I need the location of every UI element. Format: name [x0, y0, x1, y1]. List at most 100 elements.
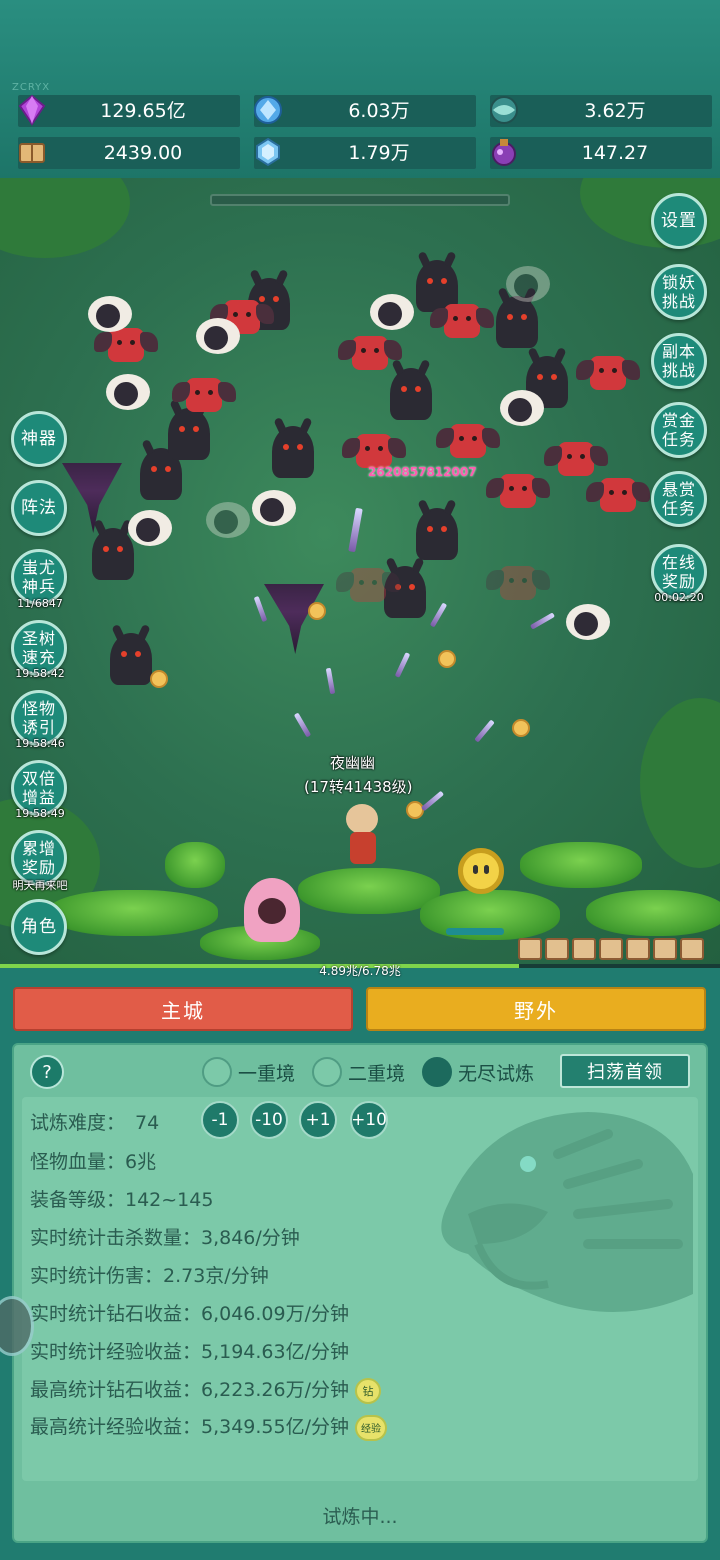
button-label: 圣树速充	[21, 629, 56, 667]
portrait-icon[interactable]	[572, 938, 596, 960]
bush	[520, 842, 642, 888]
bat-monster	[338, 336, 388, 370]
difficulty-label: 试炼难度：	[30, 1112, 126, 1134]
bat-monster	[172, 378, 222, 412]
resource-ice: 1.79万	[254, 137, 476, 169]
portrait-icon[interactable]	[599, 938, 623, 960]
sheep-monster	[252, 490, 296, 526]
main-city-button[interactable]: 主城	[13, 987, 353, 1031]
resource-crystals: 6.03万	[254, 95, 476, 127]
experience-text: 4.89兆/6.78兆	[319, 964, 401, 978]
coin-drop[interactable]	[150, 670, 168, 688]
wilderness-button[interactable]: 野外	[366, 987, 706, 1031]
hero-character[interactable]	[338, 804, 388, 866]
resource-potions: 147.27	[490, 137, 712, 169]
resource-gems: 129.65亿	[18, 94, 240, 127]
ghost-monster	[496, 296, 538, 348]
sheep-monster	[506, 266, 550, 302]
coin-drop[interactable]	[512, 719, 530, 737]
sword-projectile	[325, 667, 336, 695]
ghost-monster	[168, 408, 210, 460]
sword-projectile	[293, 712, 312, 738]
difficulty-minus-1-button[interactable]: -1	[201, 1101, 239, 1139]
mode-label: 一重境	[238, 1062, 296, 1085]
radio-circle[interactable]	[202, 1057, 232, 1087]
button-label: 阵法	[21, 498, 57, 518]
button-label: 累增奖励	[21, 839, 56, 877]
difficulty-plus-10-button[interactable]: +10	[350, 1101, 388, 1139]
portrait-icon[interactable]	[626, 938, 650, 960]
character-button[interactable]: 角色	[11, 899, 67, 955]
bounty-task-button[interactable]: 赏金任务	[651, 402, 707, 458]
button-timer: 00:02:20	[654, 591, 704, 604]
bat-monster	[436, 424, 486, 458]
sword-projectile	[348, 507, 363, 553]
help-button[interactable]: ?	[30, 1055, 64, 1089]
formation-button[interactable]: 阵法	[11, 480, 67, 536]
portrait-icon[interactable]	[680, 938, 704, 960]
coin-drop[interactable]	[438, 650, 456, 668]
sweep-boss-button[interactable]: 扫荡首领	[560, 1054, 690, 1088]
sheep-monster	[370, 294, 414, 330]
bat-monster	[486, 566, 536, 600]
demon-lock-challenge-button[interactable]: 锁妖挑战	[651, 264, 707, 320]
portrait-icon[interactable]	[518, 938, 542, 960]
ghost-monster	[92, 528, 134, 580]
dungeon-challenge-button[interactable]: 副本挑战	[651, 333, 707, 389]
difficulty-row: 试炼难度： 74	[30, 1108, 159, 1135]
diamond-income-stat: 实时统计钻石收益：6,046.09万/分钟	[30, 1303, 350, 1325]
sheep-monster	[128, 510, 172, 546]
button-label: 蚩尤神兵	[21, 558, 56, 596]
button-label: 在线奖励	[661, 553, 696, 591]
sword-projectile	[394, 652, 411, 678]
coin-drop[interactable]	[406, 801, 424, 819]
ghost-monster	[390, 368, 432, 420]
button-timer: 明天再来吧	[12, 879, 68, 892]
pink-pet	[244, 878, 300, 942]
artifact-button[interactable]: 神器	[11, 411, 67, 467]
difficulty-minus-10-button[interactable]: -10	[250, 1101, 288, 1139]
tree-canopy	[0, 178, 130, 258]
portrait-icon[interactable]	[653, 938, 677, 960]
tiger-watermark	[441, 1112, 693, 1312]
difficulty-value: 74	[135, 1112, 160, 1134]
bat-monster	[544, 442, 594, 476]
hero-name: 夜幽幽	[330, 754, 376, 772]
mode-option-1[interactable]: 一重境	[202, 1057, 295, 1087]
hero-level: (17转41438级)	[304, 778, 413, 796]
difficulty-plus-1-button[interactable]: +1	[299, 1101, 337, 1139]
mode-option-3[interactable]: 无尽试炼	[422, 1057, 534, 1087]
sheep-monster	[500, 390, 544, 426]
equipment-level-stat: 装备等级：142~145	[30, 1189, 214, 1211]
portrait-icon[interactable]	[545, 938, 569, 960]
sheep-monster	[196, 318, 240, 354]
coin-drop[interactable]	[308, 602, 326, 620]
resource-value: 3.62万	[584, 100, 646, 122]
best-diamond-income-stat: 最高统计钻石收益：6,223.26万/分钟钻	[30, 1375, 382, 1404]
mode-label: 二重境	[348, 1062, 406, 1085]
button-label: 设置	[661, 211, 697, 231]
sword-projectile	[429, 602, 448, 628]
stat-text: 最高统计经验收益：5,349.55亿/分钟	[30, 1416, 350, 1438]
battlefield[interactable]: 2620857812007 夜幽幽 (17转41438级)	[0, 178, 720, 968]
exp-income-stat: 实时统计经验收益：5,194.63亿/分钟	[30, 1341, 350, 1363]
radio-circle-selected[interactable]	[422, 1057, 452, 1087]
sword-projectile	[529, 612, 556, 630]
settings-button[interactable]: 设置	[651, 193, 707, 249]
diamond-badge: 钻	[355, 1377, 382, 1404]
resource-value: 2439.00	[103, 142, 183, 164]
best-exp-income-stat: 最高统计经验收益：5,349.55亿/分钟 经验	[30, 1412, 388, 1441]
resource-value: 1.79万	[348, 142, 410, 164]
radio-circle[interactable]	[312, 1057, 342, 1087]
pet-health-bar	[446, 928, 504, 935]
sword-projectile	[253, 595, 268, 623]
button-label: 锁妖挑战	[661, 273, 696, 311]
sheep-monster	[106, 374, 150, 410]
resource-books: 2439.00	[18, 137, 240, 169]
bat-monster	[586, 478, 636, 512]
resource-bar: ZCRYX 129.65亿 6.03万 3.62万 2439.00 1.79万 …	[0, 0, 720, 178]
mode-option-2[interactable]: 二重境	[312, 1057, 405, 1087]
bat-monster	[336, 568, 386, 602]
reward-task-button[interactable]: 悬赏任务	[651, 471, 707, 527]
button-timer: 19:58:49	[15, 807, 65, 820]
